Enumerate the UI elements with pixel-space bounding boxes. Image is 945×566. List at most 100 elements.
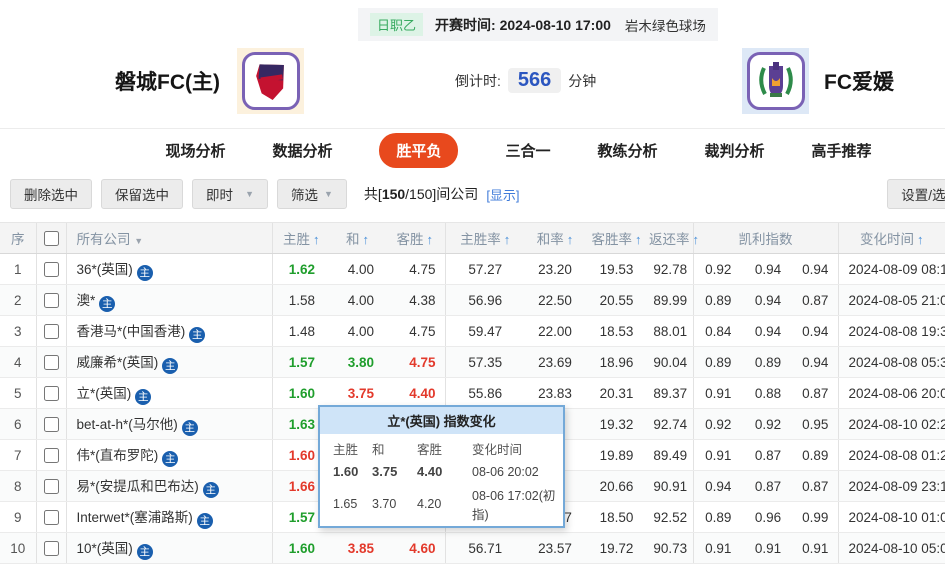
away-odds: 4.75	[385, 253, 445, 285]
company-cell[interactable]: 香港马*(中国香港) 主	[65, 315, 272, 347]
tab-win-draw-lose[interactable]: 胜平负	[379, 133, 459, 168]
time-filter-dropdown[interactable]: 即时 ▼	[192, 179, 268, 209]
row-checkbox[interactable]	[43, 354, 59, 370]
header-home-odds[interactable]: 主胜 ↑	[271, 222, 330, 254]
home-rate: 56.96	[444, 284, 525, 316]
sort-asc-icon: ↑	[635, 232, 642, 247]
settings-select-button[interactable]: 设置/选择	[887, 179, 945, 209]
change-time: 2024-08-06 20:03	[837, 377, 945, 409]
tooltip-home-odds: 1.60	[333, 464, 359, 479]
kelly-draw: 0.96	[743, 501, 793, 533]
header-draw-rate[interactable]: 和率 ↑	[525, 222, 585, 254]
keep-selected-button[interactable]: 保留选中	[101, 179, 183, 209]
header-away-odds[interactable]: 客胜 ↑	[385, 222, 445, 254]
row-checkbox[interactable]	[43, 261, 59, 277]
header-home-label: 主胜	[283, 232, 310, 247]
away-odds: 4.60	[385, 532, 445, 564]
show-link[interactable]: [显示]	[486, 185, 519, 204]
return-rate: 88.01	[648, 315, 693, 347]
header-away-rate[interactable]: 客胜率 ↑	[585, 222, 648, 254]
row-checkbox[interactable]	[43, 292, 59, 308]
venue-name: 岩木绿色球场	[624, 18, 706, 34]
away-team-name: FC爱媛	[824, 71, 894, 94]
row-checkbox[interactable]	[43, 509, 59, 525]
delete-selected-button[interactable]: 删除选中	[10, 179, 92, 209]
kelly-home: 0.89	[692, 284, 743, 316]
row-checkbox[interactable]	[43, 385, 59, 401]
home-odds: 1.62	[271, 253, 330, 285]
table-header-row: 序 所有公司 ▼ 主胜 ↑ 和 ↑ 客胜 ↑ 主胜率 ↑ 和率 ↑ 客胜率 ↑ 返还率 ↑ 凯…	[0, 222, 945, 254]
company-cell[interactable]: bet-at-h*(马尔他) 主	[65, 408, 272, 440]
change-time: 2024-08-08 19:32	[837, 315, 945, 347]
row-checkbox[interactable]	[43, 540, 59, 556]
select-all-checkbox[interactable]	[43, 230, 59, 246]
row-checkbox-cell	[35, 532, 66, 564]
kelly-draw: 0.94	[743, 284, 793, 316]
return-rate: 89.37	[648, 377, 693, 409]
row-checkbox-cell	[35, 501, 66, 533]
kelly-home: 0.84	[692, 315, 743, 347]
tooltip-header-away: 客胜	[417, 443, 443, 457]
company-cell[interactable]: 伟*(直布罗陀) 主	[65, 439, 272, 471]
main-company-badge-icon: 主	[162, 450, 179, 467]
company-cell[interactable]: 威廉希*(英国) 主	[65, 346, 272, 378]
home-odds: 1.58	[271, 284, 330, 316]
draw-odds: 4.00	[330, 284, 385, 316]
company-cell[interactable]: Interwet*(塞浦路斯) 主	[65, 501, 272, 533]
change-time: 2024-08-10 02:25	[837, 408, 945, 440]
draw-odds: 4.00	[330, 253, 385, 285]
header-home-rate[interactable]: 主胜率 ↑	[444, 222, 525, 254]
kelly-draw: 0.88	[743, 377, 793, 409]
row-checkbox[interactable]	[43, 323, 59, 339]
table-row: 1 36*(英国) 主 1.62 4.00 4.75 57.27 23.20 19.53 92.7…	[0, 253, 945, 285]
tab-live-analysis[interactable]: 现场分析	[165, 140, 225, 161]
away-rate: 20.55	[585, 284, 648, 316]
company-cell[interactable]: 易*(安提瓜和巴布达) 主	[65, 470, 272, 502]
tooltip-row-initial: 1.65 3.70 4.20 08-06 17:02(初指)	[320, 482, 563, 526]
header-away-rate-label: 客胜率	[591, 232, 633, 247]
row-checkbox[interactable]	[43, 416, 59, 432]
away-rate: 20.66	[585, 470, 648, 502]
header-draw-odds[interactable]: 和 ↑	[330, 222, 385, 254]
away-odds: 4.75	[385, 346, 445, 378]
home-odds: 1.60	[271, 377, 330, 409]
header-company[interactable]: 所有公司 ▼	[65, 222, 272, 254]
company-name: Interwet*(塞浦路斯)	[76, 509, 193, 525]
away-odds: 4.40	[385, 377, 445, 409]
row-checkbox[interactable]	[43, 447, 59, 463]
tooltip-away-odds: 4.40	[417, 464, 443, 479]
header-change-time[interactable]: 变化时间 ↑	[837, 222, 945, 254]
away-rate: 18.53	[585, 315, 648, 347]
change-time: 2024-08-05 21:02	[837, 284, 945, 316]
tab-coach-analysis[interactable]: 教练分析	[598, 140, 658, 161]
tab-expert-recommend[interactable]: 高手推荐	[812, 140, 872, 161]
kelly-away: 0.94	[793, 253, 838, 285]
header-home-rate-label: 主胜率	[460, 232, 501, 247]
row-seq: 9	[0, 501, 36, 533]
header-return-rate[interactable]: 返还率 ↑	[648, 222, 699, 254]
header-away-label: 客胜	[396, 232, 424, 247]
row-seq: 8	[0, 470, 36, 502]
row-checkbox[interactable]	[43, 478, 59, 494]
company-name: 伟*(直布罗陀)	[76, 447, 159, 463]
tab-data-analysis[interactable]: 数据分析	[272, 140, 332, 161]
company-cell[interactable]: 10*(英国) 主	[65, 532, 272, 564]
header-draw-label: 和	[346, 232, 360, 247]
return-rate: 90.73	[648, 532, 693, 564]
kelly-draw: 0.87	[743, 470, 793, 502]
chevron-down-icon: ▼	[134, 236, 144, 246]
company-cell[interactable]: 36*(英国) 主	[65, 253, 272, 285]
row-seq: 6	[0, 408, 36, 440]
kelly-draw: 0.92	[743, 408, 793, 440]
filter-dropdown[interactable]: 筛选 ▼	[277, 179, 347, 209]
tab-referee-analysis[interactable]: 裁判分析	[705, 140, 765, 161]
company-cell[interactable]: 澳* 主	[65, 284, 272, 316]
table-row: 3 香港马*(中国香港) 主 1.48 4.00 4.75 59.47 22.00 18.53 8…	[0, 315, 945, 347]
kelly-away: 0.87	[793, 284, 838, 316]
home-team-logo	[237, 48, 304, 114]
away-odds: 4.38	[385, 284, 445, 316]
table-toolbar: 删除选中 保留选中 即时 ▼ 筛选 ▼ 共[150/150]间公司 [显示] 设…	[0, 172, 945, 216]
tab-three-in-one[interactable]: 三合一	[505, 140, 550, 161]
company-cell[interactable]: 立*(英国) 主	[65, 377, 272, 409]
countdown: 倒计时: 566 分钟	[455, 68, 596, 93]
